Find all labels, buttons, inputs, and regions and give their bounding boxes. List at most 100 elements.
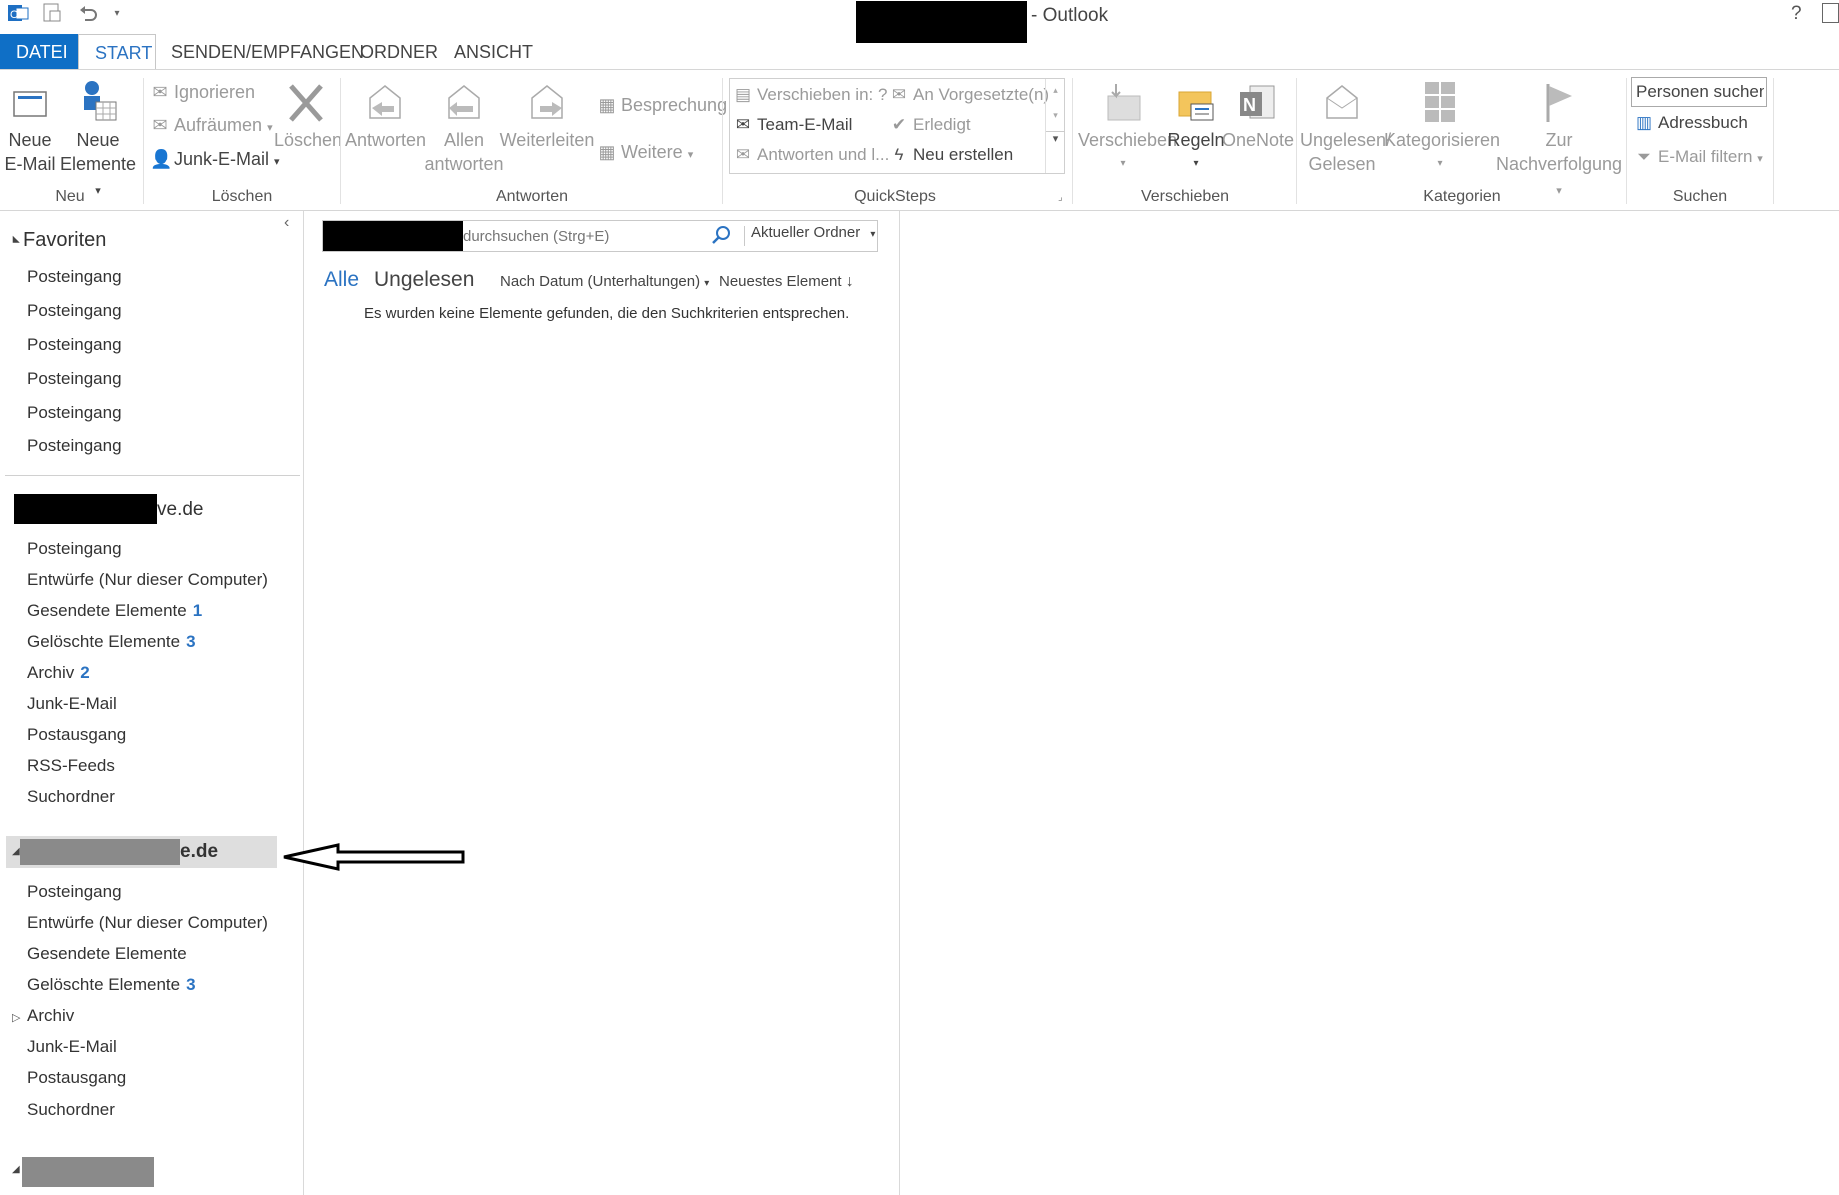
redacted-account-name	[14, 494, 157, 524]
delete-button[interactable]: Löschen	[274, 82, 343, 152]
favorite-posteingang[interactable]: Posteingang	[27, 267, 122, 287]
folder-suchordner[interactable]: Suchordner	[27, 787, 115, 807]
ignore-icon: ✉	[152, 82, 168, 102]
reply-all-button[interactable]: Allen antworten	[424, 82, 504, 176]
move-to-icon: ▤	[734, 85, 752, 104]
redacted-account-name[interactable]	[22, 1157, 154, 1187]
cleanup-button[interactable]: ✉ Aufräumen ▾	[150, 115, 272, 136]
folder-junk-email[interactable]: Junk-E-Mail	[27, 1037, 117, 1057]
quickstep-create-new[interactable]: ϟ Neu erstellen	[889, 145, 1014, 165]
rules-button[interactable]: Regeln ▾	[1166, 82, 1226, 176]
filter-unread-tab[interactable]: Ungelesen	[374, 268, 474, 292]
folder-postausgang[interactable]: Postausgang	[27, 1068, 126, 1088]
filter-all-tab[interactable]: Alle	[324, 268, 359, 292]
scroll-up-icon[interactable]: ▴	[1046, 85, 1065, 96]
new-email-button[interactable]: Neue E-Mail	[4, 84, 56, 176]
ignore-button[interactable]: ✉ Ignorieren	[150, 82, 255, 103]
quickstep-move-to[interactable]: ▤ Verschieben in: ?	[733, 85, 887, 105]
followup-label-2: Nachverfolgung ▾	[1495, 154, 1623, 197]
unread-read-label-2: Gelesen	[1308, 154, 1376, 174]
search-icon[interactable]	[710, 224, 732, 251]
more-responses-button[interactable]: ▦ Weitere ▾	[597, 142, 693, 163]
unread-read-button[interactable]: Ungelesen/ Gelesen	[1300, 82, 1391, 176]
favorite-posteingang[interactable]: Posteingang	[27, 369, 122, 389]
new-items-button[interactable]: Neue Elemente ▾	[58, 78, 138, 203]
sort-by-dropdown[interactable]: Nach Datum (Unterhaltungen) ▾	[500, 273, 709, 290]
group-label-neu: Neu	[55, 188, 85, 205]
search-divider	[744, 226, 745, 246]
folder-rss-feeds[interactable]: RSS-Feeds	[27, 756, 115, 776]
reply-button[interactable]: Antworten	[345, 82, 427, 152]
onenote-button[interactable]: N OneNote	[1222, 82, 1294, 152]
tab-ansicht[interactable]: ANSICHT	[438, 34, 549, 70]
group-separator	[1072, 78, 1073, 204]
folder-archiv[interactable]: Archiv	[27, 1006, 74, 1026]
move-button[interactable]: Verschieben ▾	[1078, 82, 1177, 176]
send-receive-icon[interactable]	[40, 2, 64, 26]
folder-archiv[interactable]: Archiv 2	[27, 663, 90, 683]
unread-count-badge: 1	[192, 601, 203, 620]
expand-gallery-icon[interactable]: ▾	[1046, 131, 1065, 145]
folder-entwuerfe[interactable]: Entwürfe (Nur dieser Computer)	[27, 913, 268, 933]
quicksteps-scroll[interactable]: ▴ ▾ ▾	[1045, 79, 1065, 173]
filter-email-button[interactable]: ⏷ E-Mail filtern ▾	[1634, 147, 1763, 167]
folder-geloeschte-elemente[interactable]: Gelöschte Elemente 3	[27, 975, 196, 995]
favorite-posteingang[interactable]: Posteingang	[27, 403, 122, 423]
categorize-button[interactable]: Kategorisieren ▾	[1384, 78, 1500, 176]
quickstep-done[interactable]: ✔ Erledigt	[889, 115, 971, 135]
meeting-button[interactable]: ▦ Besprechung	[597, 95, 727, 116]
folder-entwuerfe[interactable]: Entwürfe (Nur dieser Computer)	[27, 570, 268, 590]
customize-quick-access-icon[interactable]: ▾	[105, 2, 129, 26]
account1-header[interactable]: ve.de	[157, 499, 203, 521]
folder-suchordner[interactable]: Suchordner	[27, 1100, 115, 1120]
folder-gesendete-elemente[interactable]: Gesendete Elemente 1	[27, 601, 202, 621]
scroll-down-icon[interactable]: ▾	[1046, 110, 1065, 121]
collapse-triangle-icon[interactable]: ◢	[12, 846, 20, 857]
address-book-button[interactable]: ▥ Adressbuch	[1634, 113, 1748, 133]
more-icon: ▦	[598, 142, 616, 162]
quickstep-to-manager[interactable]: ✉ An Vorgesetzte(n)	[889, 85, 1049, 105]
rules-dropdown-icon: ▾	[1193, 158, 1199, 169]
filter-icon: ⏷	[1637, 147, 1651, 166]
quickstep-team-email[interactable]: ✉ Team-E-Mail	[733, 115, 853, 135]
group-label-quicksteps: QuickSteps	[854, 188, 936, 205]
dialog-launcher-icon[interactable]: ⌟	[1058, 192, 1063, 203]
favorites-header[interactable]: Favoriten	[9, 229, 106, 252]
meeting-icon: ▦	[598, 95, 616, 115]
delete-label: Löschen	[274, 130, 343, 150]
junk-email-button[interactable]: 👤Junk-E-Mail ▾	[150, 149, 280, 170]
reply-label: Antworten	[345, 130, 427, 150]
favorite-posteingang[interactable]: Posteingang	[27, 301, 122, 321]
sort-order-toggle[interactable]: Neuestes Element ↓	[719, 273, 854, 291]
folder-posteingang[interactable]: Posteingang	[27, 882, 122, 902]
folder-junk-email[interactable]: Junk-E-Mail	[27, 694, 117, 714]
help-button[interactable]: ?	[1791, 3, 1802, 25]
account2-header[interactable]: e.de	[180, 841, 218, 863]
people-search-input[interactable]	[1631, 77, 1767, 107]
group-label-suchen: Suchen	[1672, 188, 1728, 205]
forward-button[interactable]: Weiterleiten	[499, 82, 595, 152]
folder-geloeschte-elemente[interactable]: Gelöschte Elemente 3	[27, 632, 196, 652]
quickstep-reply-delete[interactable]: ✉ Antworten und l...	[733, 145, 889, 165]
reply-icon	[369, 85, 401, 119]
expand-triangle-icon[interactable]: ▷	[12, 1011, 20, 1024]
new-email-label-1: Neue	[8, 130, 52, 150]
search-scope-select[interactable]: Aktueller Ordner ▾	[751, 224, 875, 241]
search-input[interactable]	[463, 222, 703, 250]
outlook-app-icon: O	[6, 2, 30, 26]
tab-start[interactable]: START	[78, 34, 156, 70]
ribbon-display-options-icon[interactable]	[1822, 3, 1839, 23]
folder-posteingang[interactable]: Posteingang	[27, 539, 122, 559]
collapse-triangle-icon[interactable]: ◢	[12, 1164, 20, 1175]
followup-button[interactable]: Zur Nachverfolgung ▾	[1492, 82, 1626, 203]
favorite-posteingang[interactable]: Posteingang	[27, 436, 122, 456]
folder-postausgang[interactable]: Postausgang	[27, 725, 126, 745]
favorite-posteingang[interactable]: Posteingang	[27, 335, 122, 355]
delete-x-icon	[289, 84, 323, 122]
undo-icon[interactable]	[76, 2, 100, 26]
reply-delete-icon: ✉	[735, 145, 751, 164]
folder-gesendete-elemente[interactable]: Gesendete Elemente	[27, 944, 187, 964]
unread-read-icon	[1326, 85, 1358, 119]
collapse-pane-icon[interactable]: ‹	[284, 214, 289, 232]
tab-datei[interactable]: DATEI	[0, 34, 78, 70]
